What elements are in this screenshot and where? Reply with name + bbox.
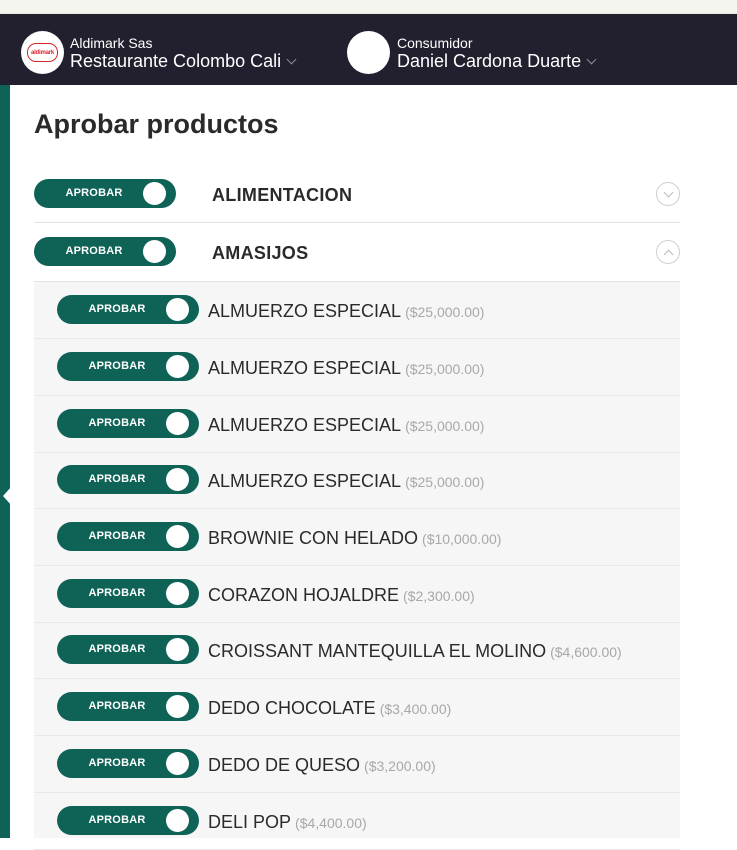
toggle-knob [166, 525, 189, 548]
toggle-knob [166, 809, 189, 832]
product-price: ($4,400.00) [295, 815, 367, 831]
chevron-down-icon [586, 54, 597, 64]
product-name: ALMUERZO ESPECIAL [208, 358, 402, 378]
consumer-name: Daniel Cardona Duarte [397, 51, 582, 71]
category-label: AMASIJOS [212, 243, 309, 263]
product-price: ($10,000.00) [422, 531, 502, 547]
toggle-label: APROBAR [88, 587, 146, 599]
toggle-knob [166, 582, 189, 605]
product-row: APROBAR DELI POP ($4,400.00) [34, 793, 680, 850]
toggle-label: APROBAR [88, 530, 146, 542]
approve-toggle[interactable]: APROBAR [57, 409, 199, 438]
toggle-label: APROBAR [88, 814, 146, 826]
product-name: ALMUERZO ESPECIAL [208, 415, 402, 435]
approve-toggle[interactable]: APROBAR [34, 237, 176, 266]
approve-toggle[interactable]: APROBAR [57, 579, 199, 608]
toggle-knob [166, 355, 189, 378]
page-title: Aprobar productos [34, 109, 279, 139]
toggle-label: APROBAR [88, 473, 146, 485]
product-name: ALMUERZO ESPECIAL [208, 471, 402, 491]
consumer-selector[interactable]: Consumidor Daniel Cardona Duarte [347, 31, 597, 74]
toggle-knob [166, 468, 189, 491]
consumer-label: Consumidor [397, 35, 473, 51]
category-row-amasijos: APROBAR AMASIJOS [34, 224, 680, 282]
company-label: Aldimark Sas [70, 35, 153, 51]
toggle-label: APROBAR [65, 187, 123, 199]
sidebar-toggle-caret-icon[interactable] [3, 486, 12, 506]
product-price: ($3,400.00) [379, 701, 452, 717]
toggle-label: APROBAR [88, 303, 146, 315]
approve-toggle[interactable]: APROBAR [57, 465, 199, 494]
scrollbar-track[interactable] [729, 85, 737, 838]
avatar [347, 31, 390, 74]
approve-toggle[interactable]: APROBAR [34, 179, 176, 208]
category-label: ALIMENTACION [212, 185, 353, 205]
product-price: ($25,000.00) [405, 418, 485, 434]
product-name: CROISSANT MANTEQUILLA EL MOLINO [208, 641, 547, 661]
product-row: APROBAR CORAZON HOJALDRE ($2,300.00) [34, 566, 680, 623]
approve-toggle[interactable]: APROBAR [57, 352, 199, 381]
toggle-label: APROBAR [88, 757, 146, 769]
toggle-label: APROBAR [88, 417, 146, 429]
company-logo: aldimark [21, 31, 64, 74]
product-row: APROBAR DEDO CHOCOLATE ($3,400.00) [34, 679, 680, 736]
toggle-knob [166, 695, 189, 718]
company-name: Restaurante Colombo Cali [70, 51, 282, 71]
product-price: ($25,000.00) [405, 474, 485, 490]
product-price: ($25,000.00) [405, 361, 485, 377]
product-row: APROBAR ALMUERZO ESPECIAL ($25,000.00) [34, 452, 680, 509]
product-price: ($2,300.00) [403, 588, 475, 604]
toggle-knob [166, 412, 189, 435]
toggle-knob [166, 638, 189, 661]
product-price: ($25,000.00) [405, 304, 485, 320]
product-row: APROBAR BROWNIE CON HELADO ($10,000.00) [34, 509, 680, 566]
approve-toggle[interactable]: APROBAR [57, 522, 199, 551]
product-name: ALMUERZO ESPECIAL [208, 301, 402, 321]
product-price: ($4,600.00) [550, 644, 622, 660]
product-row: APROBAR ALMUERZO ESPECIAL ($25,000.00) [34, 339, 680, 396]
collapse-chevron-icon[interactable] [656, 240, 680, 264]
approve-toggle[interactable]: APROBAR [57, 749, 199, 778]
toggle-label: APROBAR [88, 643, 146, 655]
toggle-label: APROBAR [88, 360, 146, 372]
toggle-knob [143, 182, 166, 205]
product-price: ($3,200.00) [364, 758, 436, 774]
chevron-down-icon [286, 54, 297, 64]
product-list: APROBAR ALMUERZO ESPECIAL ($25,000.00) AP… [34, 282, 680, 850]
product-row: APROBAR DEDO DE QUESO ($3,200.00) [34, 736, 680, 793]
product-name: CORAZON HOJALDRE [208, 585, 400, 605]
product-row: APROBAR ALMUERZO ESPECIAL ($25,000.00) [34, 282, 680, 339]
product-name: DELI POP [208, 812, 292, 832]
product-name: DEDO DE QUESO [208, 755, 361, 775]
toggle-knob [143, 240, 166, 263]
approve-toggle[interactable]: APROBAR [57, 295, 199, 324]
approve-toggle[interactable]: APROBAR [57, 806, 199, 835]
toggle-label: APROBAR [88, 700, 146, 712]
logo-text: aldimark [27, 43, 58, 62]
category-row-alimentacion: APROBAR ALIMENTACION [34, 166, 680, 223]
product-row: APROBAR ALMUERZO ESPECIAL ($25,000.00) [34, 396, 680, 453]
top-strip [0, 0, 737, 14]
expand-chevron-icon[interactable] [656, 182, 680, 206]
toggle-knob [166, 298, 189, 321]
approve-toggle[interactable]: APROBAR [57, 635, 199, 664]
product-name: DEDO CHOCOLATE [208, 698, 376, 718]
product-row: APROBAR CROISSANT MANTEQUILLA EL MOLINO(… [34, 622, 680, 679]
product-name: BROWNIE CON HELADO [208, 528, 419, 548]
company-selector[interactable]: aldimark Aldimark Sas Restaurante Colomb… [21, 31, 297, 74]
sidebar [0, 85, 12, 838]
toggle-label: APROBAR [65, 245, 123, 257]
app-header: aldimark Aldimark Sas Restaurante Colomb… [0, 14, 737, 85]
approve-toggle[interactable]: APROBAR [57, 692, 199, 721]
toggle-knob [166, 752, 189, 775]
